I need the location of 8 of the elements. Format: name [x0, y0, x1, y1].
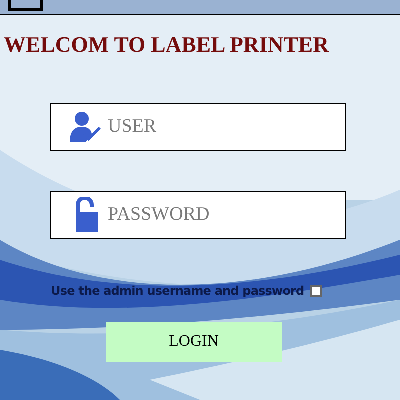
username-field[interactable]: USER — [50, 103, 346, 151]
password-field[interactable]: PASSWORD — [50, 191, 346, 239]
unlocked-padlock-icon — [74, 197, 100, 233]
admin-option-label: Use the admin username and password — [51, 283, 304, 300]
login-button[interactable]: LOGIN — [106, 322, 282, 362]
welcome-title: WELCOM TO LABEL PRINTER — [4, 34, 330, 56]
admin-checkbox[interactable] — [310, 285, 322, 297]
user-check-icon — [68, 110, 102, 144]
